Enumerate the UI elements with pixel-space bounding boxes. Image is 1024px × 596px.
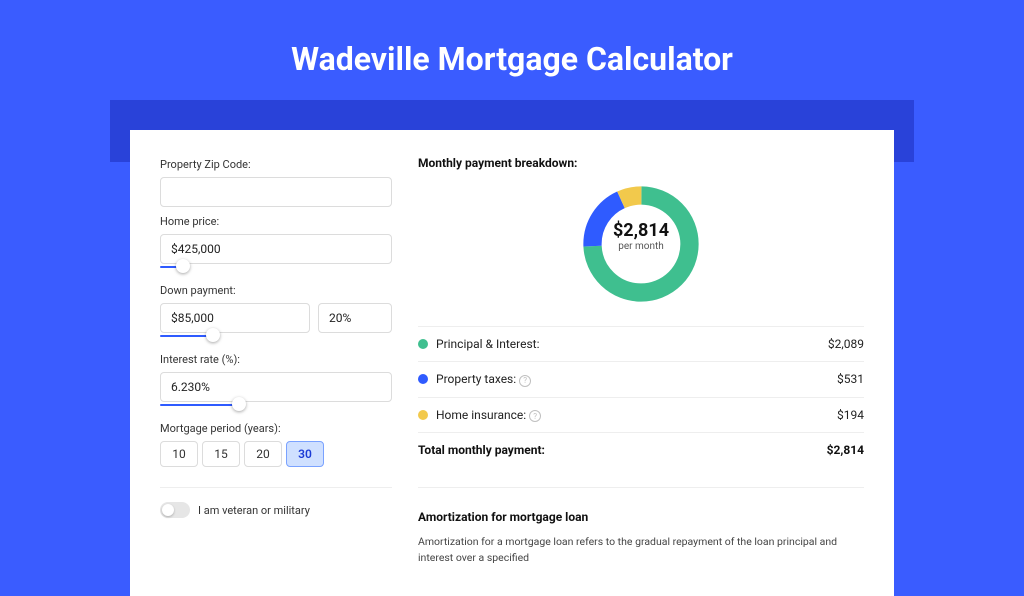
rate-label: Interest rate (%): [160, 353, 392, 366]
breakdown-donut: $2,814 per month [577, 180, 705, 308]
home-insurance-row: Home insurance: ? $194 [418, 397, 864, 433]
down-payment-slider[interactable] [160, 333, 392, 345]
period-30-button[interactable]: 30 [286, 441, 324, 467]
zip-label: Property Zip Code: [160, 158, 392, 171]
amortization-title: Amortization for mortgage loan [418, 510, 864, 524]
period-10-button[interactable]: 10 [160, 441, 198, 467]
calculator-card: Property Zip Code: Home price: Down paym… [130, 130, 894, 596]
property-taxes-row: Property taxes: ? $531 [418, 361, 864, 397]
period-20-button[interactable]: 20 [244, 441, 282, 467]
donut-amount: $2,814 [577, 220, 705, 241]
home-price-slider[interactable] [160, 264, 392, 276]
dot-icon [418, 339, 428, 349]
amortization-section: Amortization for mortgage loan Amortizat… [418, 487, 864, 566]
dot-icon [418, 410, 428, 420]
breakdown-title: Monthly payment breakdown: [418, 156, 864, 170]
down-percent-input[interactable] [318, 303, 392, 333]
period-label: Mortgage period (years): [160, 422, 392, 435]
donut-sub: per month [577, 241, 705, 252]
property-taxes-value: $531 [837, 372, 864, 386]
info-icon[interactable]: ? [519, 375, 531, 387]
home-insurance-value: $194 [837, 408, 864, 422]
breakdown-column: Monthly payment breakdown: $2,814 per mo… [418, 150, 864, 566]
zip-input[interactable] [160, 177, 392, 207]
principal-interest-row: Principal & Interest: $2,089 [418, 326, 864, 361]
property-taxes-label: Property taxes: ? [436, 372, 829, 387]
info-icon[interactable]: ? [529, 410, 541, 422]
veteran-label: I am veteran or military [198, 504, 310, 517]
principal-interest-label: Principal & Interest: [436, 337, 820, 351]
total-value: $2,814 [827, 443, 864, 457]
veteran-toggle[interactable] [160, 502, 190, 518]
form-column: Property Zip Code: Home price: Down paym… [160, 150, 392, 566]
amortization-body: Amortization for a mortgage loan refers … [418, 534, 864, 566]
period-15-button[interactable]: 15 [202, 441, 240, 467]
down-payment-label: Down payment: [160, 284, 392, 297]
home-insurance-label: Home insurance: ? [436, 408, 829, 423]
period-group: 10 15 20 30 [160, 441, 392, 467]
home-price-label: Home price: [160, 215, 392, 228]
down-amount-input[interactable] [160, 303, 310, 333]
rate-input[interactable] [160, 372, 392, 402]
rate-slider[interactable] [160, 402, 392, 414]
total-row: Total monthly payment: $2,814 [418, 432, 864, 467]
dot-icon [418, 374, 428, 384]
principal-interest-value: $2,089 [828, 337, 864, 351]
total-label: Total monthly payment: [418, 443, 827, 457]
page-title: Wadeville Mortgage Calculator [110, 40, 914, 78]
home-price-input[interactable] [160, 234, 392, 264]
